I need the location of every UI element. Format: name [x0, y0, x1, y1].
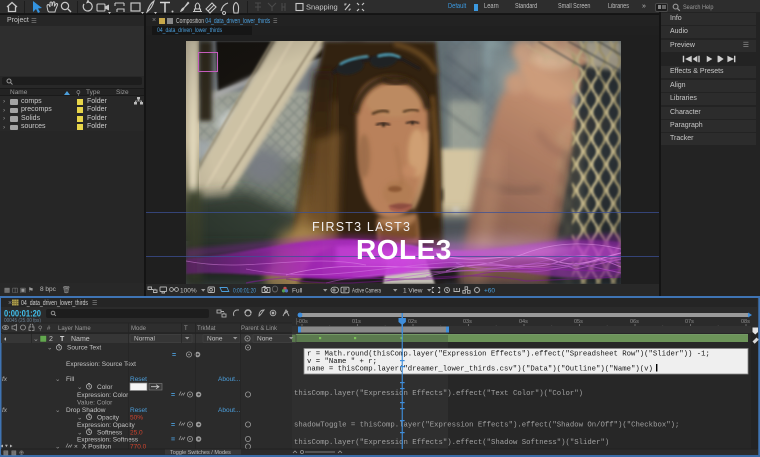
svg-text:◖: ◖ [3, 336, 7, 343]
svg-text:Name: Name [71, 336, 90, 343]
svg-text:⌄: ⌄ [77, 430, 82, 437]
svg-text:Parent & Link: Parent & Link [241, 326, 278, 332]
svg-text:About...: About... [218, 407, 241, 414]
svg-text:name = thisComp.layer("dreamer: name = thisComp.layer("dreamer_lower_thi… [307, 366, 653, 374]
svg-text:25.0: 25.0 [130, 430, 143, 437]
svg-text:Reset: Reset [130, 407, 147, 414]
svg-text:Color: Color [97, 384, 113, 391]
svg-text:Active Camera: Active Camera [352, 288, 381, 295]
svg-text:Expression: Color: Expression: Color [77, 392, 129, 399]
svg-text:⌄: ⌄ [77, 415, 82, 422]
svg-text:50%: 50% [130, 415, 143, 422]
svg-text:⊕: ⊕ [19, 451, 24, 457]
svg-text:100%: 100% [180, 288, 197, 295]
svg-text:Mode: Mode [131, 326, 147, 332]
svg-text:Value: Color: Value: Color [77, 400, 113, 407]
svg-text:T: T [184, 326, 188, 332]
svg-text:Expression: Softness: Expression: Softness [77, 437, 139, 444]
svg-text:01s: 01s [352, 319, 361, 325]
svg-text:thisComp.layer("Expression Eff: thisComp.layer("Expression Effects").eff… [294, 390, 583, 398]
svg-text:=: = [171, 437, 175, 444]
svg-text:├00s: ├00s [295, 318, 308, 325]
svg-text:Drop Shadow: Drop Shadow [66, 407, 106, 414]
svg-text:0:00:01:20: 0:00:01:20 [233, 288, 256, 295]
svg-text:=: = [171, 392, 175, 399]
svg-text:⌄: ⌄ [33, 336, 39, 343]
svg-text:08s: 08s [741, 319, 750, 325]
svg-text:Source Text: Source Text [67, 345, 101, 352]
svg-text:02s: 02s [408, 319, 417, 325]
svg-text:04_data_driven_lower_thirds: 04_data_driven_lower_thirds [21, 300, 88, 307]
svg-text:T: T [60, 336, 65, 343]
svg-text:1 View: 1 View [403, 288, 423, 295]
svg-text:0:00:01:20: 0:00:01:20 [4, 309, 41, 319]
svg-text:Normal: Normal [134, 336, 156, 343]
svg-text:thisComp.layer("Expression Eff: thisComp.layer("Expression Effects").eff… [294, 439, 609, 447]
svg-text:05s: 05s [574, 319, 583, 325]
svg-text:03s: 03s [463, 319, 472, 325]
svg-text:▩: ▩ [3, 451, 9, 457]
svg-text:Expression: Source Text: Expression: Source Text [66, 361, 136, 368]
svg-text:Toggle Switches / Modes: Toggle Switches / Modes [170, 450, 231, 456]
svg-text:⌄: ⌄ [77, 384, 82, 391]
svg-text:⌄: ⌄ [47, 345, 52, 352]
svg-text:Layer Name: Layer Name [58, 326, 91, 332]
svg-text:04s: 04s [519, 319, 528, 325]
svg-text:About...: About... [218, 376, 241, 383]
svg-text:fx: fx [2, 376, 8, 383]
svg-text:×: × [8, 300, 12, 307]
svg-text:=: = [171, 422, 175, 429]
svg-text:None: None [257, 336, 273, 343]
svg-text:Opacity: Opacity [97, 415, 120, 422]
svg-text:Softness: Softness [97, 430, 123, 437]
svg-text:2: 2 [49, 336, 53, 343]
svg-text:Reset: Reset [130, 376, 147, 383]
svg-text:▩: ▩ [11, 451, 17, 457]
svg-text:shadowToggle = thisComp.layer(: shadowToggle = thisComp.layer("Expressio… [294, 422, 679, 430]
svg-text:Expression: Opacity: Expression: Opacity [77, 422, 136, 429]
svg-text:Full: Full [292, 288, 303, 295]
svg-text:=: = [172, 352, 176, 359]
svg-text:⌄: ⌄ [55, 376, 60, 383]
svg-text:⌄: ⌄ [55, 407, 60, 414]
svg-text:⚲: ⚲ [38, 325, 42, 332]
svg-text:07s: 07s [685, 319, 694, 325]
svg-text:None: None [207, 336, 223, 343]
svg-text:06s: 06s [630, 319, 639, 325]
svg-text:fx: fx [2, 407, 8, 414]
svg-text:+60: +60 [484, 288, 495, 295]
svg-text:☰: ☰ [92, 300, 97, 307]
svg-text:Fill: Fill [66, 376, 75, 383]
svg-text:Snapping: Snapping [306, 3, 338, 12]
svg-text:TrkMat: TrkMat [197, 326, 216, 332]
